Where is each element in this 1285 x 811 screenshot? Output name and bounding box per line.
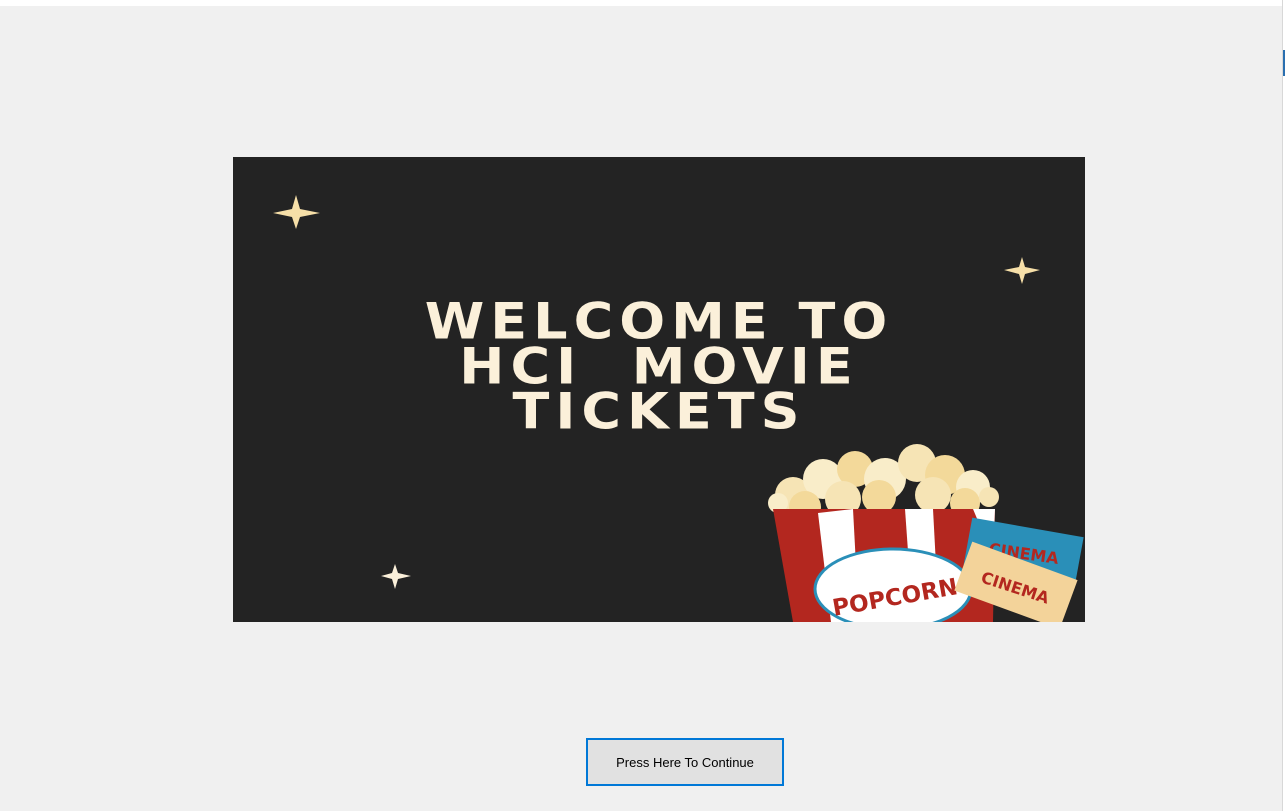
star-icon	[1004, 257, 1040, 284]
continue-button[interactable]: Press Here To Continue	[586, 738, 784, 786]
headline-line: TICKETS	[512, 382, 806, 441]
star-icon	[273, 195, 320, 229]
welcome-headline: WELCOME TO HCI MOVIE TICKETS	[233, 297, 1085, 441]
title-bar-strip	[0, 0, 1285, 6]
welcome-banner: POPCORN CINEMA CINEMA WELCOME TO HCI MOV…	[233, 157, 1085, 622]
popcorn-bucket: POPCORN	[773, 509, 995, 622]
star-icon	[381, 564, 411, 589]
app-window: POPCORN CINEMA CINEMA WELCOME TO HCI MOV…	[0, 0, 1285, 811]
